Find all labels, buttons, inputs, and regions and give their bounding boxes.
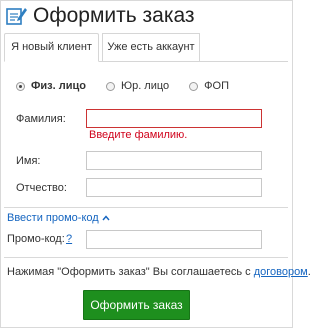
page-title: Оформить заказ [33, 4, 195, 27]
chevron-up-icon [102, 213, 110, 223]
patronymic-field[interactable] [86, 178, 262, 197]
divider [4, 207, 288, 208]
radio-legal-entity-label: Юр. лицо [120, 80, 170, 92]
name-field[interactable] [86, 151, 262, 170]
radio-fop[interactable]: ФОП [189, 80, 229, 92]
radio-individual-dot[interactable] [16, 81, 25, 91]
promo-help-link[interactable]: ? [66, 233, 72, 245]
tab-existing-account[interactable]: Уже есть аккаунт [102, 33, 200, 61]
promo-code-toggle[interactable]: Ввести промо-код [7, 212, 110, 224]
edit-order-icon [6, 6, 28, 26]
contract-link[interactable]: договором [254, 266, 308, 278]
radio-individual-label: Физ. лицо [31, 80, 86, 92]
agreement-text: Нажимая "Оформить заказ" Вы соглашаетесь… [7, 266, 311, 278]
promo-code-field[interactable] [86, 230, 262, 249]
agreement-prefix: Нажимая "Оформить заказ" Вы соглашаетесь… [7, 266, 251, 278]
surname-error: Введите фамилию. [89, 129, 188, 141]
radio-fop-dot[interactable] [189, 81, 199, 91]
promo-code-label: Промо-код: [7, 233, 65, 245]
divider [4, 257, 288, 258]
radio-individual[interactable]: Физ. лицо [16, 80, 86, 92]
submit-order-button[interactable]: Оформить заказ [83, 290, 190, 320]
page-header: Оформить заказ [6, 4, 195, 28]
surname-field[interactable] [86, 109, 262, 128]
agreement-suffix: . [307, 266, 311, 278]
promo-toggle-label: Ввести промо-код [7, 212, 99, 224]
customer-type-group: Физ. лицо Юр. лицо ФОП [16, 80, 249, 92]
surname-label: Фамилия: [16, 113, 66, 125]
radio-fop-label: ФОП [204, 80, 229, 92]
radio-legal-entity-dot[interactable] [105, 81, 115, 91]
patronymic-label: Отчество: [16, 182, 67, 194]
tab-new-client[interactable]: Я новый клиент [4, 33, 99, 62]
tab-bar: Я новый клиент Уже есть аккаунт [4, 33, 288, 62]
name-label: Имя: [16, 155, 41, 167]
radio-legal-entity[interactable]: Юр. лицо [105, 80, 170, 92]
